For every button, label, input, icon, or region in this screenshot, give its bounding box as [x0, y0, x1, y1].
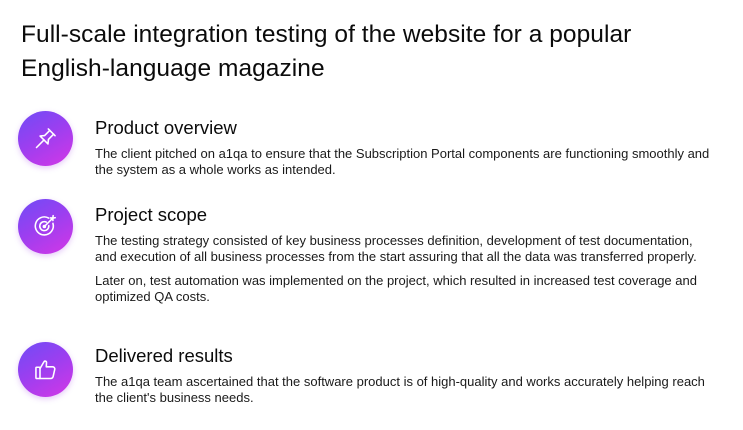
target-icon	[18, 199, 73, 254]
section-paragraph: The a1qa team ascertained that the softw…	[95, 374, 705, 406]
pin-icon	[18, 111, 73, 166]
section-paragraph: The testing strategy consisted of key bu…	[95, 233, 697, 265]
section-body: Project scope The testing strategy consi…	[95, 203, 715, 305]
section-heading: Delivered results	[95, 345, 233, 366]
page-title: Full-scale integration testing of the we…	[21, 21, 632, 82]
section-paragraph: Later on, test automation was implemente…	[95, 272, 697, 304]
section-heading: Project scope	[95, 204, 208, 225]
section-body: Product overview The client pitched on a…	[95, 116, 715, 179]
section-heading: Product overview	[95, 117, 237, 138]
section-body: Delivered results The a1qa team ascertai…	[95, 344, 715, 407]
section-paragraph: The client pitched on a1qa to ensure tha…	[95, 146, 710, 178]
thumbs-up-icon	[18, 342, 73, 397]
